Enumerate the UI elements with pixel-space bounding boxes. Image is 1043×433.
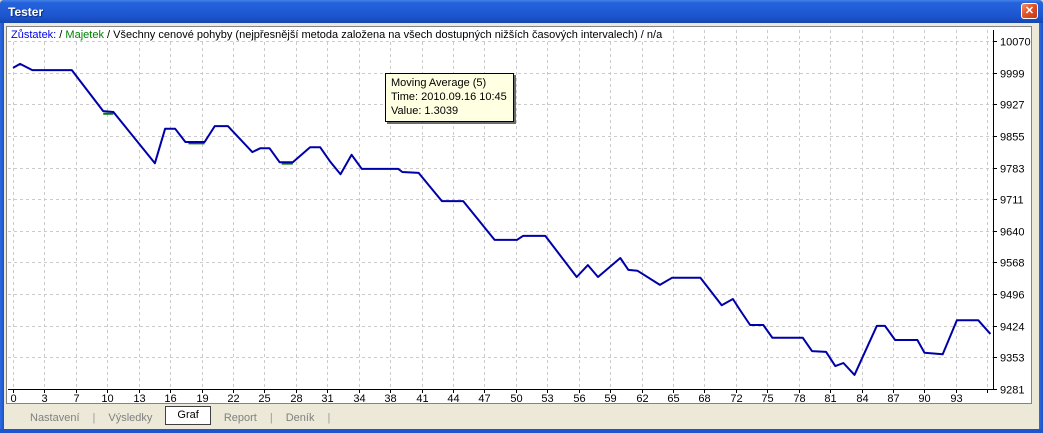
tab-separator: | <box>327 411 331 424</box>
title-bar[interactable]: Tester <box>0 0 1043 23</box>
window-title: Tester <box>8 4 44 19</box>
tab-separator: | <box>92 411 96 424</box>
chart-header: Zůstatek: / Majetek / Všechny cenové poh… <box>11 29 666 41</box>
balance-series-label: Zůstatek: <box>11 29 57 41</box>
tab-graf[interactable]: Graf <box>165 406 211 425</box>
tab-denik[interactable]: Deník <box>286 412 315 424</box>
tooltip-value: Value: 1.3039 <box>391 105 459 117</box>
close-button[interactable]: ✕ <box>1021 3 1038 19</box>
tooltip-time: Time: 2010.09.16 10:45 <box>391 91 507 103</box>
data-tooltip: Moving Average (5) Time: 2010.09.16 10:4… <box>385 73 514 122</box>
header-description: / Všechny cenové pohyby (nejpřesnější me… <box>103 29 663 41</box>
tooltip-title: Moving Average (5) <box>391 77 487 89</box>
tab-separator: | <box>269 411 273 424</box>
tester-window: 0 3 7 10 13 16 19 22 25 28 31 34 38 41 44 47 50 53 56 59 62 6… <box>0 0 1043 433</box>
tab-bar: Nastavení | Výsledky Graf Report | Deník… <box>6 406 1037 429</box>
chart-panel <box>6 26 1032 404</box>
tab-report[interactable]: Report <box>224 412 257 424</box>
tab-vysledky[interactable]: Výsledky <box>108 412 152 424</box>
window-border <box>0 0 4 433</box>
close-icon: ✕ <box>1024 4 1035 17</box>
tab-nastaveni[interactable]: Nastavení <box>30 412 80 424</box>
window-border <box>0 429 1043 433</box>
equity-series-label: Majetek <box>65 29 104 41</box>
window-border <box>1039 0 1043 433</box>
